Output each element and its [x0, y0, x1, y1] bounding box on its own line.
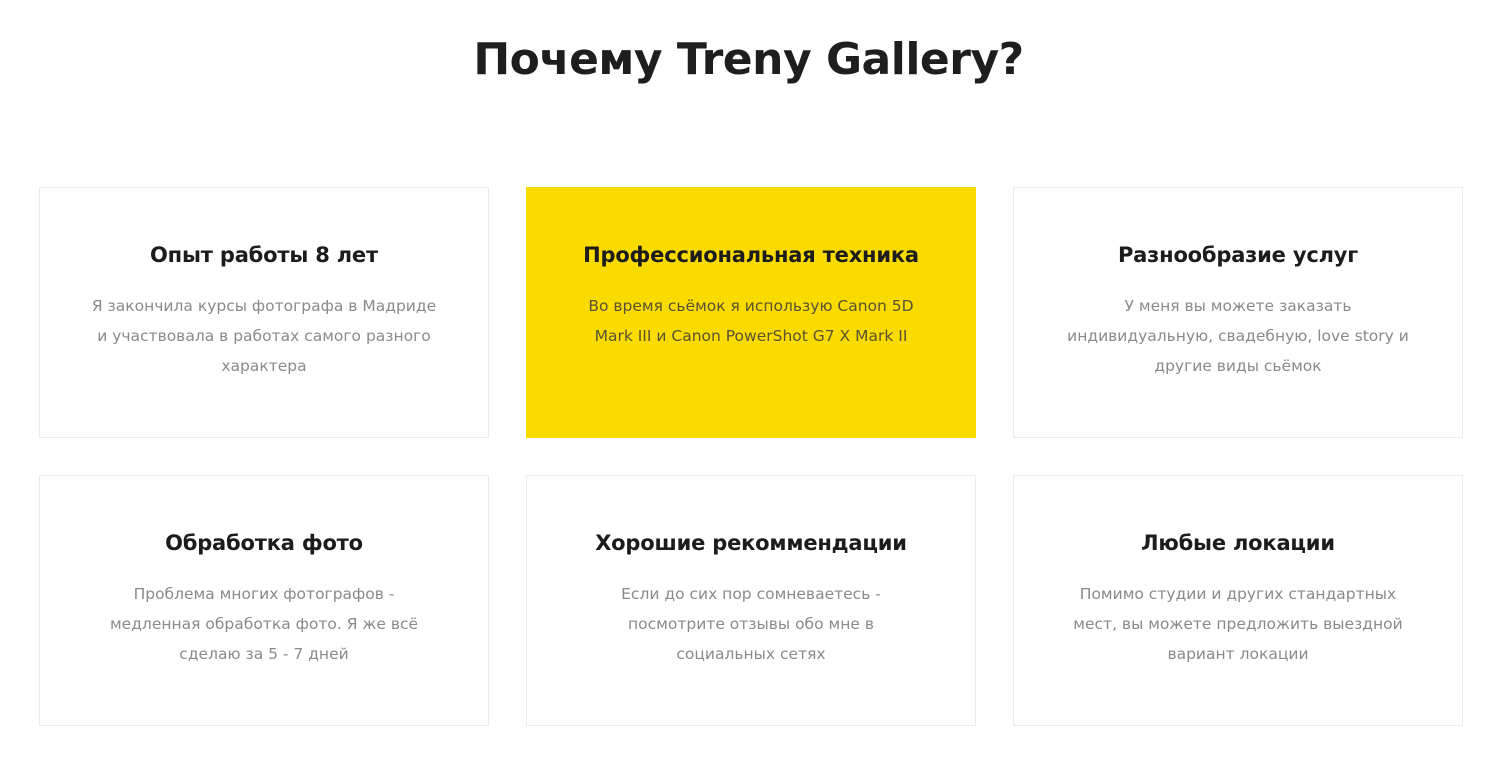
feature-card-text: Во время сьёмок я использую Canon 5D Mar… [588, 297, 914, 345]
feature-card-title: Разнообразие услуг [1117, 243, 1359, 267]
feature-card-title: Обработка фото [165, 531, 363, 555]
feature-card-text: Я закончила курсы фотографа в Мадриде и … [91, 297, 437, 375]
feature-card-text: Если до сих пор сомневаетесь - посмотрит… [621, 585, 881, 663]
feature-card-title: Любые локации [1141, 531, 1335, 555]
feature-card-text: У меня вы можете заказать индивидуальную… [1067, 297, 1409, 375]
feature-card-experience: Опыт работы 8 лет Я закончила курсы фото… [39, 187, 489, 438]
feature-card-title: Хорошие рекоммендации [595, 531, 907, 555]
feature-card-editing: Обработка фото Проблема многих фотографо… [39, 475, 489, 726]
feature-card-locations: Любые локации Помимо студии и других ста… [1013, 475, 1463, 726]
page-title: Почему Treny Gallery? [473, 34, 1024, 85]
feature-card-title: Опыт работы 8 лет [150, 243, 378, 267]
feature-card-title: Профессиональная техника [583, 243, 919, 267]
features-grid: Опыт работы 8 лет Я закончила курсы фото… [39, 187, 1464, 726]
feature-card-text: Помимо студии и других стандартных мест,… [1073, 585, 1403, 663]
feature-card-equipment: Профессиональная техника Во время сьёмок… [526, 187, 976, 438]
feature-card-services: Разнообразие услуг У меня вы можете зака… [1013, 187, 1463, 438]
feature-card-recommendations: Хорошие рекоммендации Если до сих пор со… [526, 475, 976, 726]
feature-card-text: Проблема многих фотографов - медленная о… [109, 585, 419, 663]
